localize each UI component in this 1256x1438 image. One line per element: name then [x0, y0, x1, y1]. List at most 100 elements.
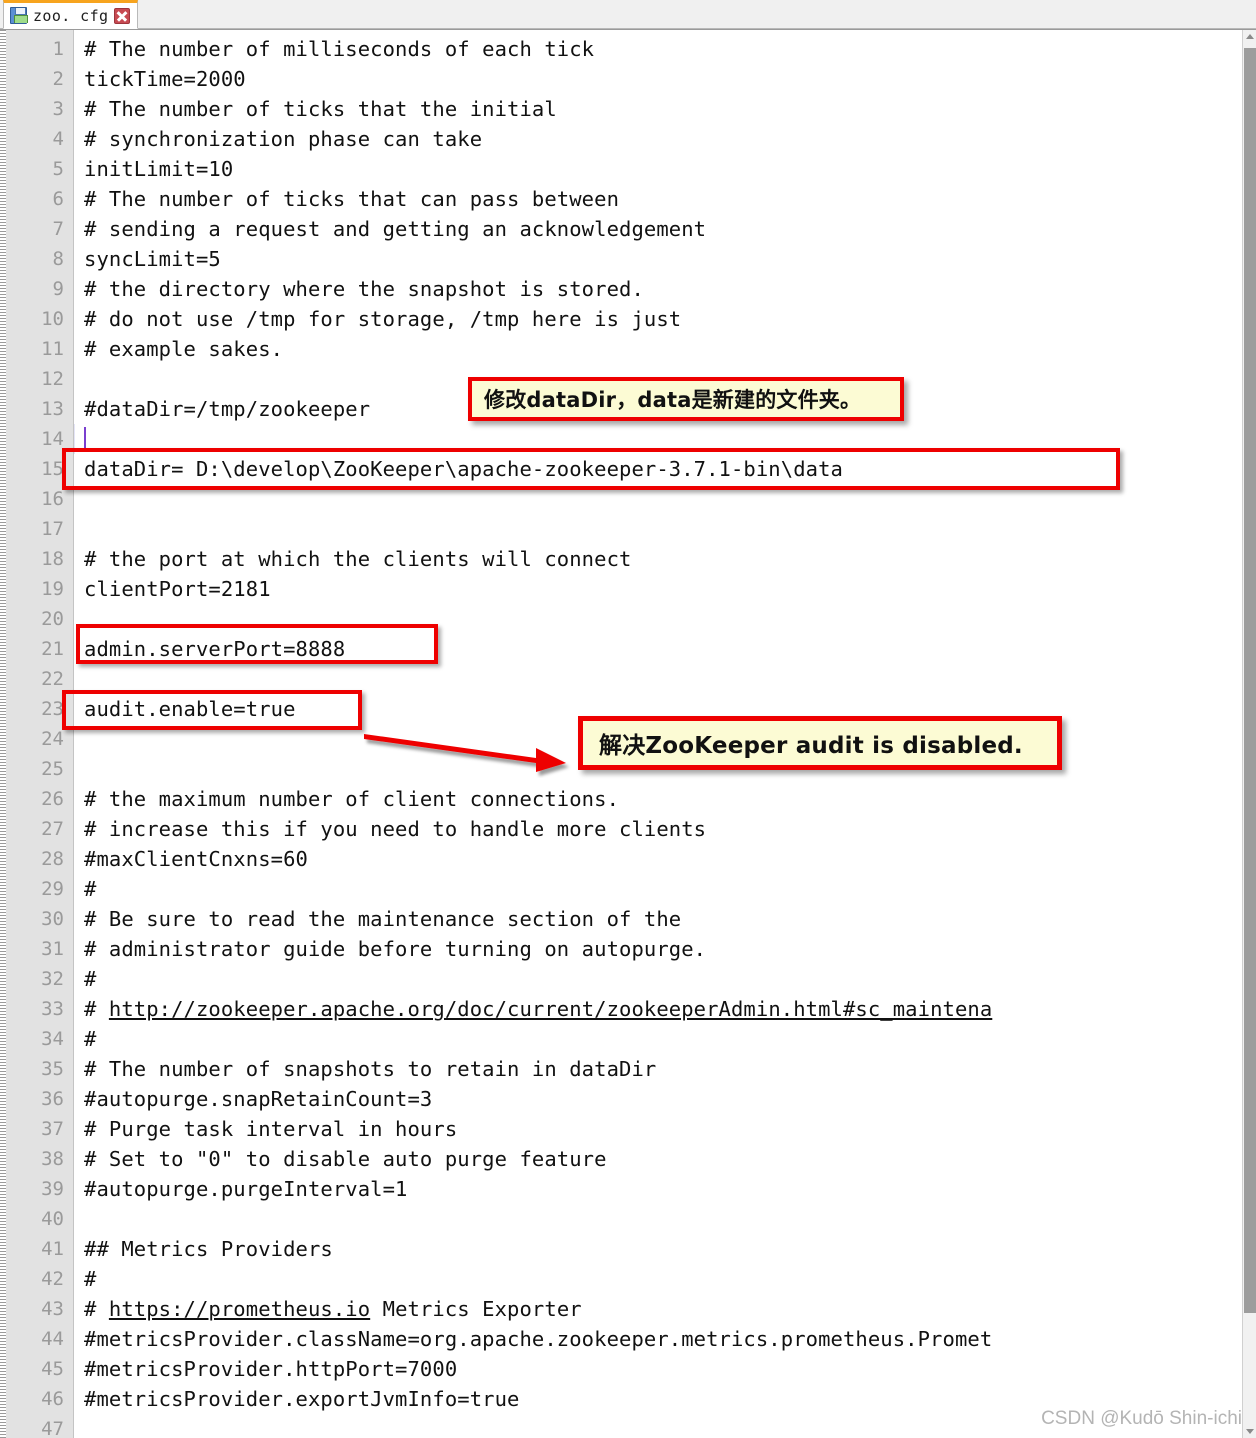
line-number: 34 — [41, 1028, 64, 1050]
line-number: 21 — [41, 638, 64, 660]
code-line[interactable]: # Purge task interval in hours — [84, 1114, 457, 1144]
line-number: 43 — [41, 1298, 64, 1320]
code-line[interactable]: # — [84, 964, 96, 994]
line-number: 6 — [52, 188, 64, 210]
line-number: 16 — [41, 488, 64, 510]
line-number: 31 — [41, 938, 64, 960]
line-number: 36 — [41, 1088, 64, 1110]
line-number-gutter: 1 2 3 4 5 6 7 8 9 10 11 12 13 14 15 16 17 18 19 20 21 22 23 24 2… — [6, 30, 74, 1438]
code-line[interactable]: # the directory where the snapshot is st… — [84, 274, 644, 304]
vertical-scrollbar-thumb[interactable] — [1244, 48, 1256, 1313]
line-number: 35 — [41, 1058, 64, 1080]
line-number: 37 — [41, 1118, 64, 1140]
tab-zoo-cfg[interactable]: zoo. cfg — [3, 0, 139, 29]
line-number: 9 — [52, 278, 64, 300]
code-line[interactable]: audit.enable=true — [84, 694, 296, 724]
line-number: 25 — [41, 758, 64, 780]
code-line[interactable]: # the maximum number of client connectio… — [84, 784, 619, 814]
code-line[interactable]: # The number of ticks that can pass betw… — [84, 184, 619, 214]
line-number: 28 — [41, 848, 64, 870]
tab-label: zoo. cfg — [33, 6, 109, 25]
line-number: 26 — [41, 788, 64, 810]
code-line[interactable]: # increase this if you need to handle mo… — [84, 814, 706, 844]
code-line[interactable]: # the port at which the clients will con… — [84, 544, 631, 574]
code-line[interactable]: #autopurge.snapRetainCount=3 — [84, 1084, 432, 1114]
line-number: 3 — [52, 98, 64, 120]
code-line[interactable]: # do not use /tmp for storage, /tmp here… — [84, 304, 681, 334]
watermark: CSDN @Kudō Shin-ichi — [1041, 1408, 1242, 1429]
tab-bar: zoo. cfg — [0, 0, 1256, 29]
code-line[interactable]: #metricsProvider.httpPort=7000 — [84, 1354, 457, 1384]
line-number: 19 — [41, 578, 64, 600]
line-number: 5 — [52, 158, 64, 180]
scroll-down-arrow-icon[interactable] — [1243, 1424, 1256, 1438]
code-line[interactable]: #metricsProvider.exportJvmInfo=true — [84, 1384, 519, 1414]
line-number: 17 — [41, 518, 64, 540]
line-number: 20 — [41, 608, 64, 630]
line-number: 39 — [41, 1178, 64, 1200]
callout-datadir: 修改dataDir，data是新建的文件夹。 — [468, 377, 904, 421]
code-line[interactable]: # The number of milliseconds of each tic… — [84, 34, 594, 64]
close-icon[interactable] — [114, 7, 131, 24]
line-number: 1 — [52, 38, 64, 60]
line-number: 10 — [41, 308, 64, 330]
code-line[interactable]: tickTime=2000 — [84, 64, 246, 94]
line-number: 41 — [41, 1238, 64, 1260]
code-line[interactable]: # — [84, 1264, 96, 1294]
code-line[interactable]: # — [84, 874, 96, 904]
line-number: 18 — [41, 548, 64, 570]
code-line[interactable]: # administrator guide before turning on … — [84, 934, 706, 964]
code-line[interactable]: ## Metrics Providers — [84, 1234, 333, 1264]
arrow-audit-icon — [364, 734, 566, 772]
code-line[interactable]: # Be sure to read the maintenance sectio… — [84, 904, 681, 934]
line-number: 33 — [41, 998, 64, 1020]
code-line[interactable]: #dataDir=/tmp/zookeeper — [84, 394, 370, 424]
line-number: 27 — [41, 818, 64, 840]
code-line[interactable]: # https://prometheus.io Metrics Exporter — [84, 1294, 582, 1324]
callout-audit-text: 解决ZooKeeper audit is disabled. — [599, 733, 1023, 759]
line-number: 24 — [41, 728, 64, 750]
code-link[interactable]: https://prometheus.io — [109, 1297, 370, 1321]
callout-audit: 解决ZooKeeper audit is disabled. — [578, 716, 1062, 770]
scroll-up-arrow-icon[interactable] — [1243, 30, 1256, 44]
line-number: 40 — [41, 1208, 64, 1230]
line-number: 12 — [41, 368, 64, 390]
line-number: 23 — [41, 698, 64, 720]
code-line[interactable]: admin.serverPort=8888 — [84, 634, 345, 664]
code-link[interactable]: http://zookeeper.apache.org/doc/current/… — [109, 997, 992, 1021]
line-number: 29 — [41, 878, 64, 900]
line-number: 7 — [52, 218, 64, 240]
line-number: 38 — [41, 1148, 64, 1170]
code-line[interactable]: #autopurge.purgeInterval=1 — [84, 1174, 408, 1204]
line-number: 42 — [41, 1268, 64, 1290]
save-disk-icon — [10, 7, 28, 24]
code-line[interactable]: # example sakes. — [84, 334, 283, 364]
code-line[interactable]: # Set to "0" to disable auto purge featu… — [84, 1144, 607, 1174]
line-number: 44 — [41, 1328, 64, 1350]
code-line[interactable]: # The number of ticks that the initial — [84, 94, 557, 124]
line-number: 2 — [52, 68, 64, 90]
line-number: 15 — [41, 458, 64, 480]
line-number: 8 — [52, 248, 64, 270]
callout-datadir-text: 修改dataDir，data是新建的文件夹。 — [484, 388, 862, 412]
line-number: 13 — [41, 398, 64, 420]
code-line[interactable]: # http://zookeeper.apache.org/doc/curren… — [84, 994, 992, 1024]
code-line[interactable]: #maxClientCnxns=60 — [84, 844, 308, 874]
line-number: 46 — [41, 1388, 64, 1410]
code-line[interactable]: dataDir= D:\develop\ZooKeeper\apache-zoo… — [84, 454, 843, 484]
code-line[interactable]: # sending a request and getting an ackno… — [84, 214, 706, 244]
line-number: 30 — [41, 908, 64, 930]
code-line[interactable]: # The number of snapshots to retain in d… — [84, 1054, 656, 1084]
code-line[interactable]: initLimit=10 — [84, 154, 233, 184]
vertical-scrollbar[interactable] — [1242, 30, 1256, 1438]
line-number: 45 — [41, 1358, 64, 1380]
code-line[interactable]: # — [84, 1024, 96, 1054]
editor-window: zoo. cfg 1 2 3 4 5 6 7 8 9 10 11 12 13 14 15 16 17 18 19 20… — [0, 0, 1256, 1438]
code-line[interactable]: clientPort=2181 — [84, 574, 271, 604]
line-number: 22 — [41, 668, 64, 690]
line-number: 32 — [41, 968, 64, 990]
line-number: 11 — [41, 338, 64, 360]
code-line[interactable]: syncLimit=5 — [84, 244, 221, 274]
code-line[interactable]: #metricsProvider.className=org.apache.zo… — [84, 1324, 992, 1354]
code-line[interactable]: # synchronization phase can take — [84, 124, 482, 154]
